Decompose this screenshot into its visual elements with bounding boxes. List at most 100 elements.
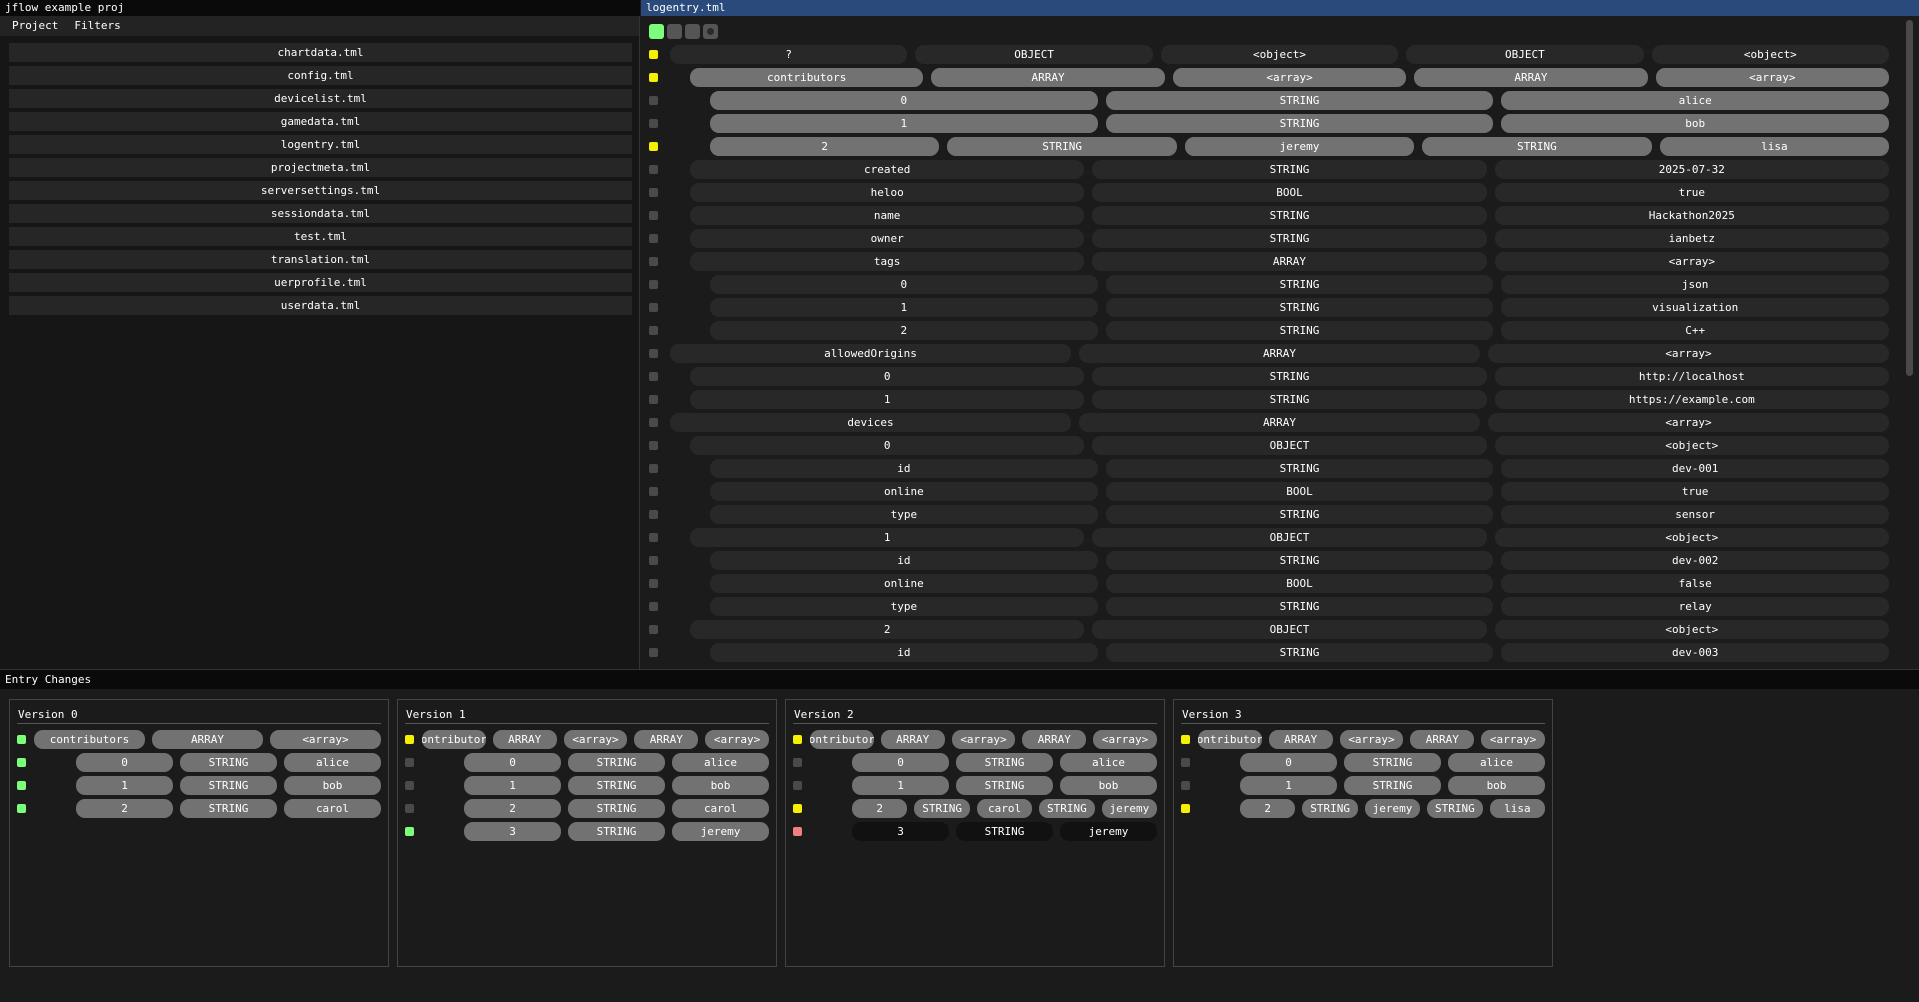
toggle-button-2[interactable] bbox=[667, 24, 682, 39]
key-cell[interactable]: 2 bbox=[852, 799, 908, 818]
toggle-green-button[interactable] bbox=[649, 24, 664, 39]
value-cell[interactable]: <object> bbox=[1494, 528, 1889, 547]
value-cell[interactable]: https://example.com bbox=[1494, 390, 1889, 409]
file-item[interactable]: serversettings.tml bbox=[9, 181, 632, 200]
tree-row[interactable]: 1 STRING bob bbox=[793, 774, 1157, 797]
value-cell[interactable]: Hackathon2025 bbox=[1494, 206, 1889, 225]
value-cell[interactable]: STRING bbox=[1105, 459, 1494, 478]
value-cell[interactable]: STRING bbox=[180, 753, 277, 772]
value-cell[interactable]: STRING bbox=[180, 799, 277, 818]
value-cell[interactable]: carol bbox=[976, 799, 1033, 818]
file-item[interactable]: projectmeta.tml bbox=[9, 158, 632, 177]
key-cell[interactable]: contributors bbox=[1198, 730, 1262, 749]
tree-row[interactable]: tags ARRAY <array> bbox=[649, 250, 1889, 273]
file-item[interactable]: chartdata.tml bbox=[9, 43, 632, 62]
key-cell[interactable]: online bbox=[710, 574, 1098, 593]
value-cell[interactable]: carol bbox=[672, 799, 769, 818]
tree-row[interactable]: 0 OBJECT <object> bbox=[649, 434, 1889, 457]
key-cell[interactable]: heloo bbox=[690, 183, 1085, 202]
file-item[interactable]: uerprofile.tml bbox=[9, 273, 632, 292]
value-cell[interactable]: <object> bbox=[1494, 436, 1889, 455]
value-cell[interactable]: ARRAY bbox=[880, 730, 945, 749]
key-cell[interactable]: 0 bbox=[690, 436, 1085, 455]
value-cell[interactable]: alice bbox=[1448, 753, 1545, 772]
value-cell[interactable]: false bbox=[1501, 574, 1890, 593]
key-cell[interactable]: allowedOrigins bbox=[670, 344, 1071, 363]
tree-row[interactable]: heloo BOOL true bbox=[649, 181, 1889, 204]
key-cell[interactable]: 2 bbox=[464, 799, 561, 818]
tree-row[interactable]: 2 OBJECT <object> bbox=[649, 618, 1889, 641]
key-cell[interactable]: 0 bbox=[464, 753, 561, 772]
value-cell[interactable]: alice bbox=[1501, 91, 1890, 110]
key-cell[interactable]: 1 bbox=[690, 528, 1085, 547]
value-cell[interactable]: OBJECT bbox=[1406, 45, 1644, 64]
value-cell[interactable]: sensor bbox=[1501, 505, 1890, 524]
value-cell[interactable]: ARRAY bbox=[1092, 252, 1487, 271]
value-cell[interactable]: bob bbox=[1060, 776, 1157, 795]
key-cell[interactable]: 0 bbox=[710, 91, 1098, 110]
key-cell[interactable]: 2 bbox=[710, 321, 1098, 340]
value-cell[interactable]: STRING bbox=[956, 822, 1053, 841]
value-cell[interactable]: dev-003 bbox=[1501, 643, 1890, 662]
key-cell[interactable]: id bbox=[710, 459, 1098, 478]
value-cell[interactable]: bob bbox=[672, 776, 769, 795]
value-cell[interactable]: STRING bbox=[1105, 91, 1494, 110]
value-cell[interactable]: STRING bbox=[1302, 799, 1358, 818]
tree-row[interactable]: 1 STRING bob bbox=[649, 112, 1890, 135]
value-cell[interactable]: bob bbox=[1448, 776, 1545, 795]
value-cell[interactable]: alice bbox=[1060, 753, 1157, 772]
tree-row[interactable]: 1 STRING https://example.com bbox=[649, 388, 1889, 411]
tree-row[interactable]: 1 STRING bob bbox=[1181, 774, 1545, 797]
value-cell[interactable]: <array> bbox=[1494, 252, 1889, 271]
key-cell[interactable]: tags bbox=[690, 252, 1085, 271]
file-item[interactable]: gamedata.tml bbox=[9, 112, 632, 131]
key-cell[interactable]: 1 bbox=[710, 114, 1098, 133]
value-cell[interactable]: 2025-07-32 bbox=[1494, 160, 1889, 179]
value-cell[interactable]: OBJECT bbox=[1092, 436, 1487, 455]
value-cell[interactable]: <array> bbox=[1172, 68, 1407, 87]
value-cell[interactable]: STRING bbox=[1105, 505, 1494, 524]
value-cell[interactable]: jeremy bbox=[1101, 799, 1158, 818]
tree-row[interactable]: type STRING relay bbox=[649, 595, 1890, 618]
value-cell[interactable]: STRING bbox=[956, 776, 1053, 795]
key-cell[interactable]: 1 bbox=[1240, 776, 1337, 795]
key-cell[interactable]: id bbox=[710, 643, 1098, 662]
value-cell[interactable]: http://localhost bbox=[1494, 367, 1889, 386]
file-item[interactable]: config.tml bbox=[9, 66, 632, 85]
key-cell[interactable]: 1 bbox=[852, 776, 949, 795]
tree-row[interactable]: 2 STRING C++ bbox=[649, 319, 1890, 342]
value-cell[interactable]: STRING bbox=[1344, 776, 1441, 795]
key-cell[interactable]: ? bbox=[670, 45, 908, 64]
value-cell[interactable]: ARRAY bbox=[1079, 344, 1480, 363]
value-cell[interactable]: STRING bbox=[1105, 321, 1494, 340]
value-cell[interactable]: ianbetz bbox=[1494, 229, 1889, 248]
tree-row[interactable]: 0 STRING alice bbox=[649, 89, 1890, 112]
tree-row[interactable]: id STRING dev-001 bbox=[649, 457, 1890, 480]
tree-row[interactable]: 1 STRING bob bbox=[17, 774, 381, 797]
tree-row[interactable]: contributors ARRAY <array> ARRAY <array> bbox=[1181, 728, 1545, 751]
value-cell[interactable]: <array> bbox=[1339, 730, 1404, 749]
value-cell[interactable]: STRING bbox=[914, 799, 970, 818]
key-cell[interactable]: 1 bbox=[464, 776, 561, 795]
value-cell[interactable]: <object> bbox=[1160, 45, 1399, 64]
value-cell[interactable]: OBJECT bbox=[915, 45, 1153, 64]
tree-row[interactable]: id STRING dev-003 bbox=[649, 641, 1890, 664]
value-cell[interactable]: ARRAY bbox=[492, 730, 557, 749]
key-cell[interactable]: 2 bbox=[1240, 799, 1296, 818]
file-item[interactable]: devicelist.tml bbox=[9, 89, 632, 108]
key-cell[interactable]: 1 bbox=[690, 390, 1085, 409]
value-cell[interactable]: <array> bbox=[270, 730, 381, 749]
value-cell[interactable]: STRING bbox=[1039, 799, 1095, 818]
key-cell[interactable]: 1 bbox=[710, 298, 1098, 317]
key-cell[interactable]: 0 bbox=[710, 275, 1098, 294]
value-cell[interactable]: <array> bbox=[705, 730, 769, 749]
key-cell[interactable]: id bbox=[710, 551, 1098, 570]
value-cell[interactable]: STRING bbox=[1105, 114, 1494, 133]
value-cell[interactable]: jeremy bbox=[1060, 822, 1157, 841]
tree-row[interactable]: 3 STRING jeremy bbox=[405, 820, 769, 843]
menu-filters[interactable]: Filters bbox=[74, 16, 120, 36]
tree-row[interactable]: name STRING Hackathon2025 bbox=[649, 204, 1889, 227]
radio-button[interactable] bbox=[703, 24, 718, 39]
tree-row[interactable]: contributors ARRAY <array> bbox=[17, 728, 381, 751]
value-cell[interactable]: STRING bbox=[1092, 367, 1487, 386]
